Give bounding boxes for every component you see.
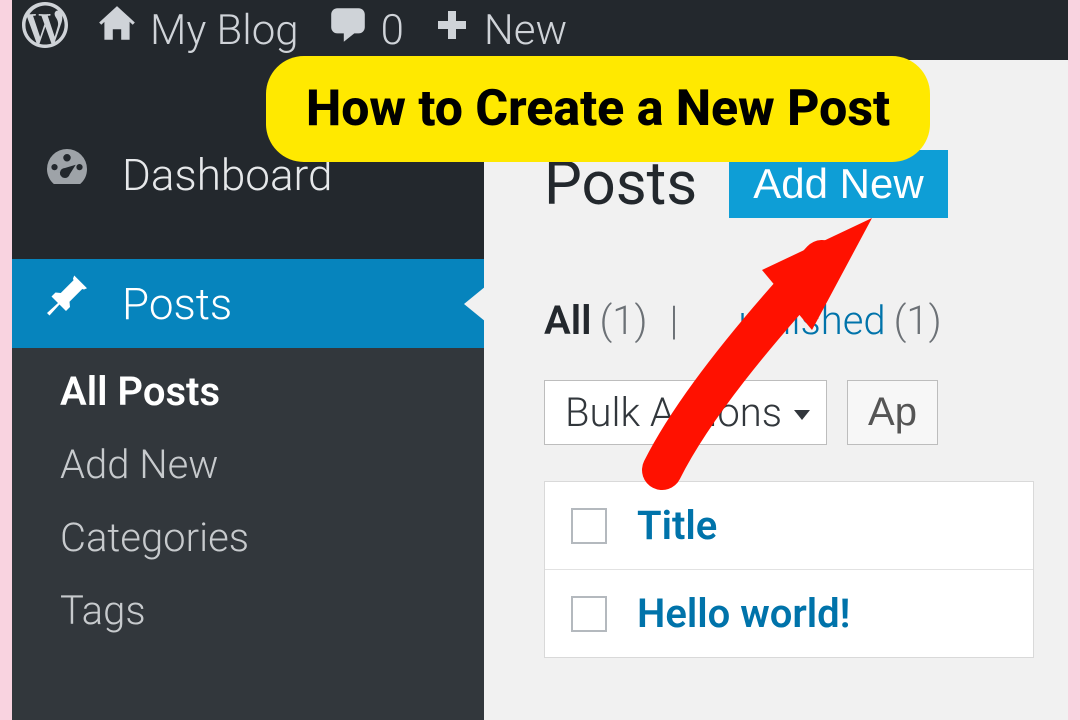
comment-icon bbox=[327, 4, 369, 57]
filter-all-count: (1) bbox=[599, 297, 647, 344]
filter-published-count: (1) bbox=[894, 297, 942, 344]
status-filters: All (1) | ublished (1) bbox=[544, 297, 1034, 344]
column-title[interactable]: Title bbox=[637, 502, 717, 549]
new-label: New bbox=[484, 6, 567, 55]
submenu-add-new[interactable]: Add New bbox=[60, 441, 484, 488]
dashboard-icon bbox=[42, 144, 92, 205]
posts-table: Title Hello world! bbox=[544, 481, 1034, 658]
tutorial-callout: How to Create a New Post bbox=[266, 56, 930, 162]
pin-icon bbox=[42, 273, 92, 334]
wordpress-logo-item[interactable] bbox=[22, 2, 68, 59]
new-item[interactable]: New bbox=[432, 5, 567, 56]
comments-item[interactable]: 0 bbox=[327, 4, 404, 57]
actions-row: Bulk Actions Ap bbox=[544, 380, 1034, 445]
table-header-row: Title bbox=[545, 482, 1033, 570]
submenu-categories[interactable]: Categories bbox=[60, 514, 484, 561]
site-home-item[interactable]: My Blog bbox=[96, 4, 299, 57]
submenu-tags[interactable]: Tags bbox=[60, 587, 484, 634]
submenu-all-posts[interactable]: All Posts bbox=[60, 368, 484, 415]
wordpress-icon bbox=[22, 2, 68, 59]
app-frame: My Blog 0 New Dashboard bbox=[12, 0, 1068, 720]
select-all-checkbox[interactable] bbox=[571, 508, 607, 544]
apply-button[interactable]: Ap bbox=[847, 380, 938, 445]
bulk-actions-select[interactable]: Bulk Actions bbox=[544, 380, 827, 445]
site-name: My Blog bbox=[150, 6, 299, 55]
plus-icon bbox=[432, 5, 472, 56]
home-icon bbox=[96, 4, 138, 57]
filter-published-label[interactable]: ublished bbox=[738, 297, 885, 344]
posts-submenu: All Posts Add New Categories Tags bbox=[12, 348, 484, 720]
filter-all-label[interactable]: All bbox=[544, 297, 591, 344]
comment-count: 0 bbox=[381, 6, 404, 55]
sidebar-item-posts[interactable]: Posts bbox=[12, 259, 484, 348]
posts-label: Posts bbox=[122, 278, 232, 330]
post-title-link[interactable]: Hello world! bbox=[637, 590, 850, 637]
filter-divider: | bbox=[670, 297, 679, 344]
admin-toolbar: My Blog 0 New bbox=[12, 0, 1068, 60]
row-checkbox[interactable] bbox=[571, 596, 607, 632]
table-row: Hello world! bbox=[545, 570, 1033, 657]
